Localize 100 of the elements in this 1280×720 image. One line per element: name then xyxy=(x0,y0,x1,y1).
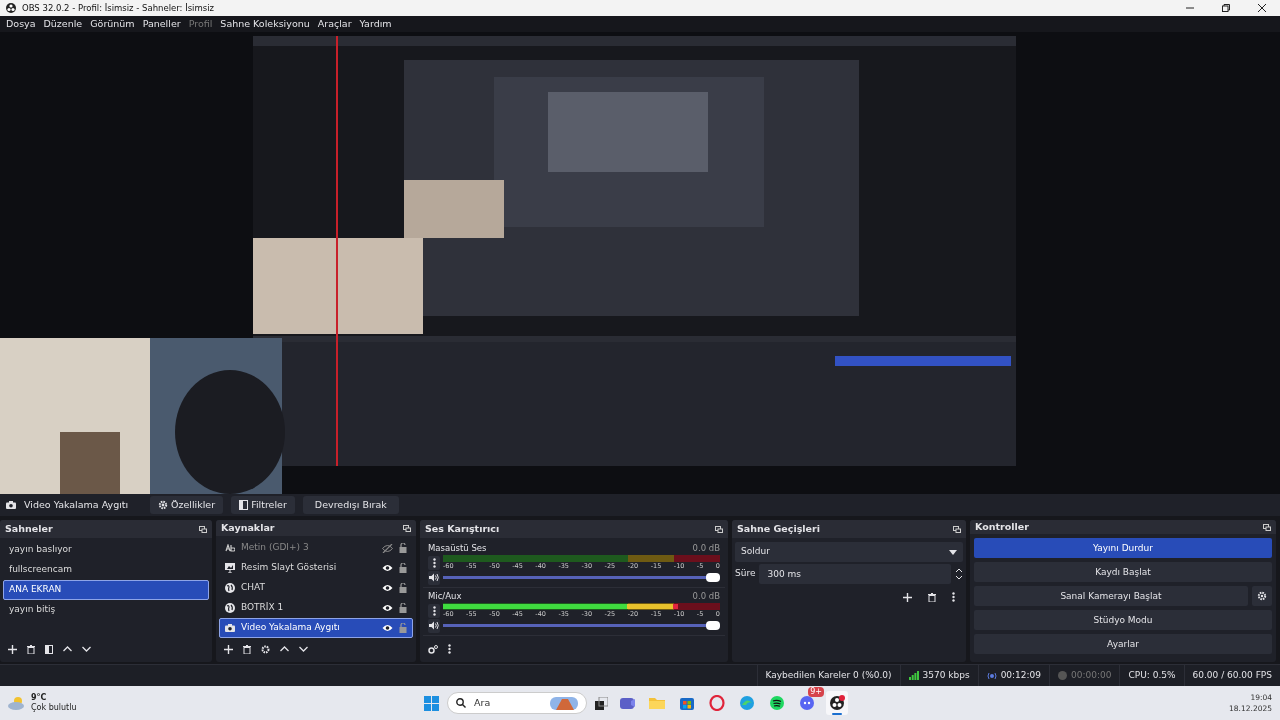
windows-logo-icon[interactable] xyxy=(424,695,439,711)
sound-waves-icon[interactable] xyxy=(769,695,785,711)
source-item[interactable]: Video Yakalama Aygıtı xyxy=(219,618,413,638)
channel-name: Masaüstü Ses xyxy=(428,542,487,555)
control-button[interactable]: Ayarlar xyxy=(974,634,1272,655)
filter-icon[interactable] xyxy=(45,644,53,654)
settings-button[interactable] xyxy=(1252,586,1272,607)
cpu-usage: CPU: 0.5% xyxy=(1128,668,1176,682)
trash-icon[interactable] xyxy=(243,644,251,654)
gears-icon[interactable] xyxy=(428,644,438,654)
record-time: 00:00:00 xyxy=(1071,668,1112,682)
panel-title: Kaynaklar xyxy=(221,520,275,535)
undock-icon[interactable] xyxy=(715,525,723,533)
unlocked-icon[interactable] xyxy=(399,543,407,553)
trash-icon[interactable] xyxy=(27,644,35,654)
rock-illustration-icon xyxy=(550,695,578,711)
control-button[interactable]: Yayını Durdur xyxy=(974,538,1272,559)
caret-down-icon xyxy=(949,549,957,555)
record-app-icon[interactable] xyxy=(829,695,845,711)
video-chat-icon[interactable] xyxy=(619,695,635,711)
menu-item[interactable]: Sahne Koleksiyonu xyxy=(217,16,313,32)
speaker-icon[interactable] xyxy=(429,621,439,630)
undock-icon[interactable] xyxy=(199,525,207,533)
unlocked-icon[interactable] xyxy=(399,563,407,573)
scene-item[interactable]: yayın bitiş xyxy=(3,600,209,620)
gear-icon[interactable] xyxy=(261,644,270,654)
eye-icon[interactable] xyxy=(382,584,393,592)
weather-text: Çok bulutlu xyxy=(31,703,77,713)
stream-time: 00:12:09 xyxy=(1000,668,1042,682)
chevron-up-icon[interactable] xyxy=(63,646,72,652)
more-icon[interactable] xyxy=(432,605,436,616)
menu-item[interactable]: Görünüm xyxy=(87,16,138,32)
source-item[interactable]: CHAT xyxy=(219,578,413,598)
menu-item[interactable]: Düzenle xyxy=(40,16,86,32)
window-title: OBS 32.0.2 - Profil: İsimsiz - Sahneler: İsimsiz xyxy=(22,1,214,15)
menu-item[interactable]: Dosya xyxy=(3,16,39,32)
source-item[interactable]: BOTRİX 1 xyxy=(219,598,413,618)
disable-button[interactable]: Devredışı Bırak xyxy=(302,495,399,515)
control-button[interactable]: Stüdyo Modu xyxy=(974,610,1272,631)
add-icon[interactable] xyxy=(8,644,17,654)
task-view-icon[interactable] xyxy=(595,696,608,710)
store-icon[interactable] xyxy=(679,695,695,711)
signal-icon xyxy=(908,671,919,680)
eye-slash-icon[interactable] xyxy=(382,543,393,553)
more-icon[interactable] xyxy=(432,557,436,568)
close-icon[interactable] xyxy=(1258,4,1266,12)
slideshow-icon xyxy=(225,563,235,573)
unlocked-icon[interactable] xyxy=(399,583,407,593)
bitrate: 3570 kbps xyxy=(922,668,970,682)
undock-icon[interactable] xyxy=(1263,523,1271,531)
search-bar[interactable]: Ara xyxy=(447,692,587,714)
channel-name: Mic/Aux xyxy=(428,589,462,603)
control-button[interactable]: Sanal Kamerayı Başlat xyxy=(974,586,1248,607)
game-controller-icon[interactable] xyxy=(799,695,815,711)
transition-select[interactable]: Soldur xyxy=(735,542,963,562)
trash-icon[interactable] xyxy=(928,592,936,602)
undock-icon[interactable] xyxy=(953,525,961,533)
unlocked-icon[interactable] xyxy=(399,603,407,613)
control-button[interactable]: Kaydı Başlat xyxy=(974,562,1272,583)
speaker-icon[interactable] xyxy=(429,573,439,583)
cloud-sun-icon xyxy=(8,696,26,710)
volume-slider[interactable] xyxy=(443,624,720,627)
source-item[interactable]: Resim Slayt Gösterisi xyxy=(219,558,413,578)
menu-item[interactable]: Yardım xyxy=(356,16,395,32)
minimize-icon[interactable] xyxy=(1186,4,1194,12)
filters-button[interactable]: Filtreler xyxy=(231,495,295,515)
menu-item[interactable]: Paneller xyxy=(139,16,184,32)
camera-icon xyxy=(225,624,235,632)
eye-icon[interactable] xyxy=(382,564,393,572)
eye-icon[interactable] xyxy=(382,604,393,612)
chevron-up-icon[interactable] xyxy=(280,646,289,652)
search-field[interactable]: Ara xyxy=(472,694,544,712)
scene-item[interactable]: yayın baslıyor xyxy=(3,540,209,560)
panel-title: Sahne Geçişleri xyxy=(737,521,820,536)
volume-slider[interactable] xyxy=(443,576,720,580)
scene-item[interactable]: fullscreencam xyxy=(3,560,209,580)
globe-icon xyxy=(225,603,235,613)
more-icon[interactable] xyxy=(952,592,955,602)
panel-title: Kontroller xyxy=(975,520,1029,534)
unlocked-icon[interactable] xyxy=(399,623,407,633)
properties-button[interactable]: Özellikler xyxy=(150,495,224,515)
chevron-down-icon[interactable] xyxy=(299,646,308,652)
add-icon[interactable] xyxy=(224,644,233,654)
source-name: Video Yakalama Aygıtı xyxy=(24,497,129,512)
spinner-icon[interactable] xyxy=(955,567,963,581)
undock-icon[interactable] xyxy=(403,524,411,532)
menu-item[interactable]: Araçlar xyxy=(314,16,355,32)
chevron-down-icon[interactable] xyxy=(82,646,91,652)
duration-field[interactable]: 300 ms xyxy=(759,564,951,584)
camera-icon xyxy=(6,501,16,509)
eye-icon[interactable] xyxy=(382,624,393,632)
more-icon[interactable] xyxy=(448,644,451,654)
source-item[interactable]: Metin (GDI+) 3 xyxy=(219,538,413,558)
ring-icon[interactable] xyxy=(709,695,725,711)
duration-label: Süre xyxy=(735,567,756,581)
restore-icon[interactable] xyxy=(1222,4,1230,12)
source-label: Video Yakalama Aygıtı xyxy=(241,621,340,635)
add-icon[interactable] xyxy=(903,592,912,602)
scene-item[interactable]: ANA EKRAN xyxy=(3,580,209,600)
channel-reading: 0.0 dB xyxy=(692,542,720,555)
